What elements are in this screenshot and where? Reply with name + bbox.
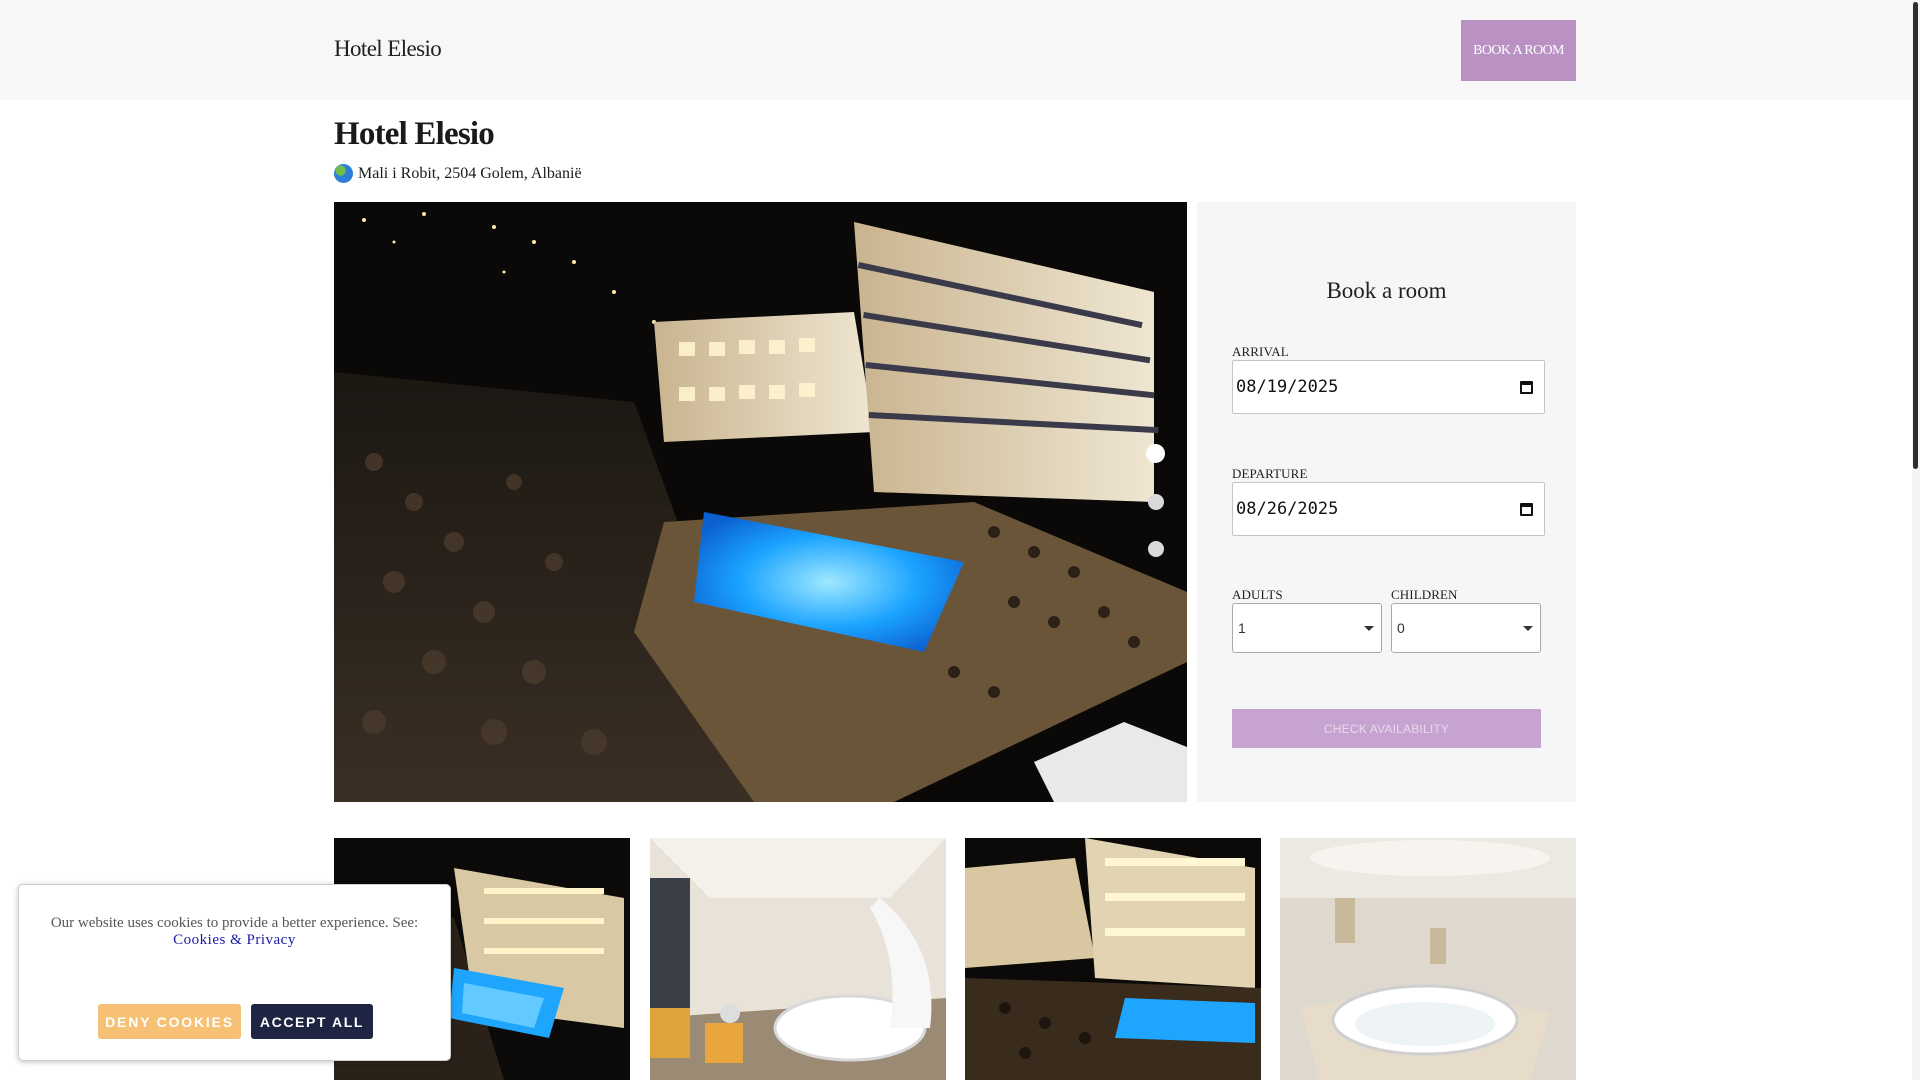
accept-all-button[interactable]: ACCEPT ALL (251, 1004, 373, 1039)
adults-value: 1 (1238, 620, 1246, 636)
children-label: CHILDREN (1391, 587, 1458, 602)
gallery-image (650, 838, 946, 1080)
departure-date-input[interactable]: 08/26/2025 (1232, 482, 1545, 536)
chevron-down-icon (1364, 626, 1374, 631)
book-a-room-button[interactable]: BOOK A ROOM (1461, 20, 1576, 81)
gallery-image (965, 838, 1261, 1080)
cookie-banner: Our website uses cookies to provide a be… (18, 884, 451, 1061)
hero-image (334, 202, 1187, 802)
site-header: Hotel Elesio BOOK A ROOM (0, 0, 1912, 100)
children-select[interactable]: 0 (1391, 603, 1541, 653)
arrival-value: 08/19/2025 (1236, 377, 1339, 397)
adults-label: ADULTS (1232, 587, 1283, 602)
booking-title: Book a room (1326, 278, 1447, 303)
cookie-message: Our website uses cookies to provide a be… (19, 915, 450, 949)
check-availability-button[interactable]: CHECK AVAILABILITY (1232, 709, 1541, 748)
chevron-down-icon (1523, 626, 1533, 631)
slider-dot-1[interactable] (1146, 444, 1165, 463)
cookies-privacy-link[interactable]: Cookies & Privacy (173, 932, 296, 948)
adults-select[interactable]: 1 (1232, 603, 1382, 653)
booking-panel: Book a room ARRIVAL 08/19/2025 DEPARTURE… (1197, 202, 1576, 802)
slider-dot-3[interactable] (1148, 541, 1164, 557)
address-text: Mali i Robit, 2504 Golem, Albanië (358, 164, 582, 182)
gallery-thumb-4[interactable] (1280, 838, 1576, 1080)
slider-dot-2[interactable] (1148, 494, 1164, 510)
gallery-thumb-2[interactable] (650, 838, 946, 1080)
children-value: 0 (1397, 620, 1405, 636)
calendar-icon[interactable] (1520, 503, 1533, 516)
hero-slider[interactable] (334, 202, 1187, 802)
gallery-thumb-3[interactable] (965, 838, 1261, 1080)
calendar-icon[interactable] (1520, 381, 1533, 394)
hotel-address: Mali i Robit, 2504 Golem, Albanië (334, 164, 582, 183)
arrival-label: ARRIVAL (1232, 344, 1289, 359)
brand-logo[interactable]: Hotel Elesio (334, 36, 442, 62)
departure-label: DEPARTURE (1232, 466, 1308, 481)
page-title: Hotel Elesio (334, 116, 495, 152)
gallery-image (1280, 838, 1576, 1080)
cookie-text: Our website uses cookies to provide a be… (50, 915, 419, 931)
scrollbar-thumb[interactable] (1913, 2, 1918, 469)
departure-value: 08/26/2025 (1236, 499, 1339, 519)
globe-icon (334, 164, 353, 183)
arrival-date-input[interactable]: 08/19/2025 (1232, 360, 1545, 414)
deny-cookies-button[interactable]: DENY COOKIES (98, 1004, 241, 1039)
